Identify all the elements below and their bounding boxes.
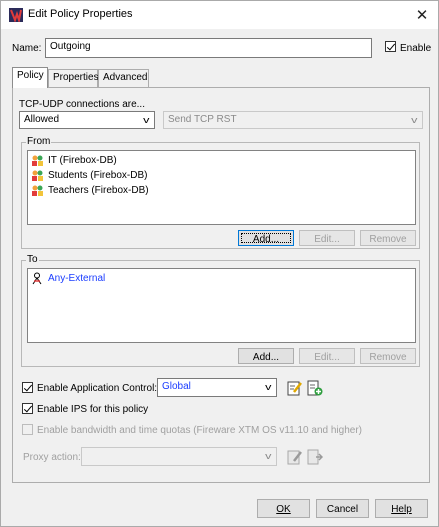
name-label: Name: bbox=[12, 43, 42, 54]
enable-checkbox[interactable] bbox=[385, 41, 396, 52]
from-list[interactable]: IT (Firebox-DB) Students (Firebox-DB) Te… bbox=[27, 150, 416, 225]
to-group: To Any-External Add... Edit... Remove bbox=[21, 254, 420, 367]
name-input[interactable]: Outgoing bbox=[45, 38, 372, 58]
tcp-rst-value: Send TCP RST bbox=[168, 114, 237, 125]
list-item[interactable]: IT (Firebox-DB) bbox=[31, 153, 117, 168]
enable-label: Enable bbox=[400, 43, 432, 54]
connection-action-value: Allowed bbox=[24, 114, 60, 125]
to-edit-button: Edit... bbox=[299, 348, 355, 364]
from-add-button[interactable]: Add... bbox=[238, 230, 294, 246]
ok-button[interactable]: OK bbox=[257, 499, 310, 518]
chevron-down-icon: v bbox=[142, 115, 149, 125]
chevron-down-icon: v bbox=[264, 451, 271, 461]
user-group-icon bbox=[32, 155, 43, 166]
app-control-select[interactable]: Global v bbox=[157, 378, 277, 397]
add-proxy-icon bbox=[307, 449, 323, 465]
help-label: Help bbox=[391, 504, 412, 515]
app-control-label: Enable Application Control: bbox=[37, 383, 158, 394]
chevron-down-icon: v bbox=[264, 382, 271, 392]
connections-label: TCP-UDP connections are... bbox=[19, 99, 145, 110]
add-app-control-icon[interactable] bbox=[307, 380, 323, 396]
ips-label: Enable IPS for this policy bbox=[37, 404, 149, 415]
list-item[interactable]: Students (Firebox-DB) bbox=[31, 168, 147, 183]
ok-label: OK bbox=[276, 504, 291, 515]
from-edit-button: Edit... bbox=[299, 230, 355, 246]
help-button[interactable]: Help bbox=[375, 499, 428, 518]
user-group-icon bbox=[32, 185, 43, 196]
from-group-label: From bbox=[26, 136, 52, 147]
list-item[interactable]: Any-External bbox=[31, 271, 105, 286]
tab-properties[interactable]: Properties bbox=[48, 69, 99, 87]
to-list[interactable]: Any-External bbox=[27, 268, 416, 343]
from-group: From IT (Firebox-DB) Students (Firebox-D… bbox=[21, 136, 420, 249]
connection-action-select[interactable]: Allowed v bbox=[19, 111, 155, 129]
to-item-label: Any-External bbox=[48, 273, 106, 284]
tab-advanced[interactable]: Advanced bbox=[98, 69, 149, 87]
proxy-action-select: v bbox=[81, 447, 277, 466]
tab-policy[interactable]: Policy bbox=[12, 67, 48, 88]
to-group-label: To bbox=[26, 254, 39, 265]
app-control-checkbox[interactable] bbox=[22, 382, 33, 393]
chevron-down-icon: v bbox=[410, 115, 417, 125]
external-alias-icon bbox=[32, 272, 42, 285]
to-remove-button: Remove bbox=[360, 348, 416, 364]
ips-checkbox[interactable] bbox=[22, 403, 33, 414]
from-remove-button: Remove bbox=[360, 230, 416, 246]
window-title: Edit Policy Properties bbox=[28, 8, 133, 20]
edit-policy-dialog: Edit Policy Properties ✕ Name: Outgoing … bbox=[0, 0, 439, 527]
bandwidth-checkbox bbox=[22, 424, 33, 435]
proxy-action-label: Proxy action: bbox=[23, 452, 81, 463]
user-group-icon bbox=[32, 170, 43, 181]
app-control-value: Global bbox=[162, 381, 191, 392]
bandwidth-label: Enable bandwidth and time quotas (Firewa… bbox=[37, 425, 362, 436]
from-item-label: Teachers (Firebox-DB) bbox=[48, 185, 149, 196]
close-icon: ✕ bbox=[415, 7, 429, 24]
title-bar: Edit Policy Properties ✕ bbox=[1, 1, 438, 29]
watchguard-app-icon bbox=[9, 8, 23, 22]
from-add-label: Add... bbox=[252, 234, 280, 245]
edit-app-control-icon[interactable] bbox=[287, 380, 303, 396]
close-button[interactable]: ✕ bbox=[406, 1, 438, 29]
list-item[interactable]: Teachers (Firebox-DB) bbox=[31, 183, 149, 198]
to-add-button[interactable]: Add... bbox=[238, 348, 294, 364]
from-item-label: Students (Firebox-DB) bbox=[48, 170, 148, 181]
cancel-button[interactable]: Cancel bbox=[316, 499, 369, 518]
edit-proxy-icon bbox=[287, 450, 302, 465]
from-item-label: IT (Firebox-DB) bbox=[48, 155, 117, 166]
tcp-rst-select: Send TCP RST v bbox=[163, 111, 423, 129]
